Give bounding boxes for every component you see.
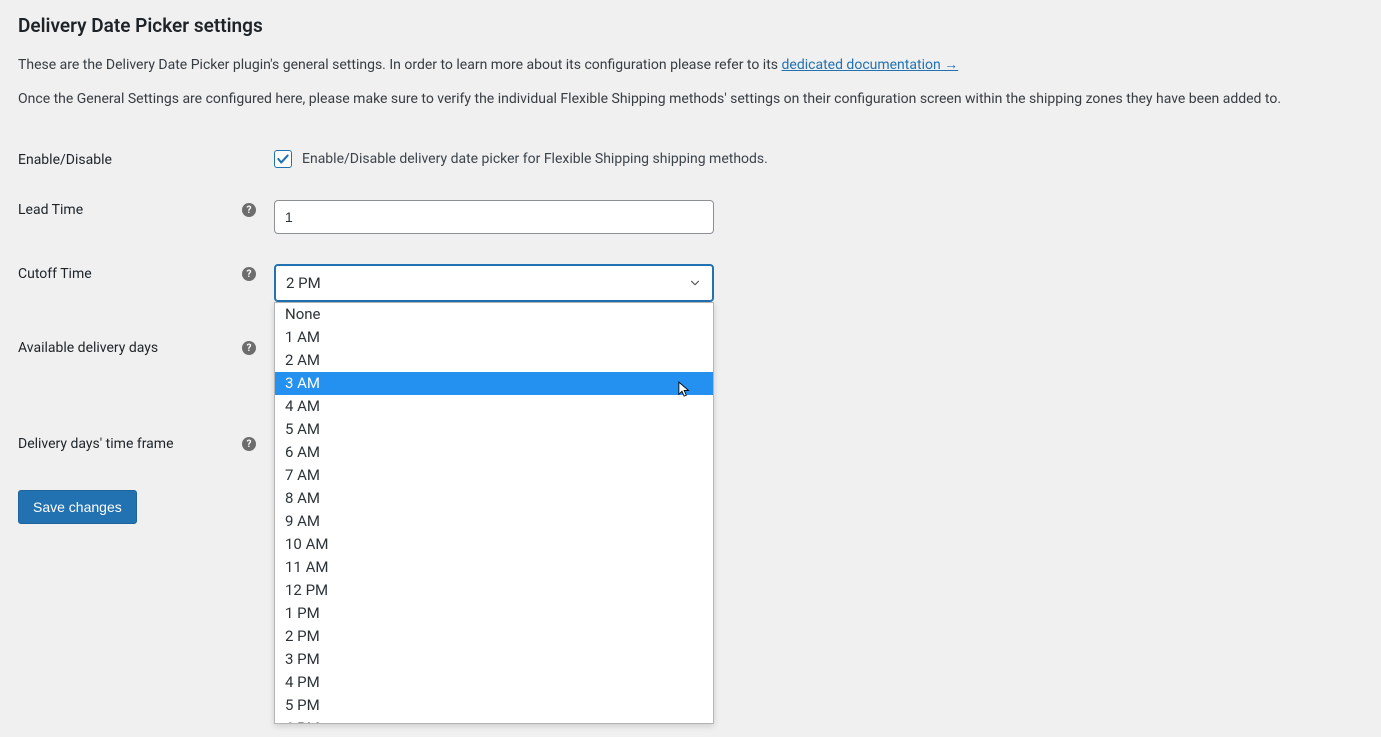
label-available-days-text: Available delivery days — [18, 340, 158, 356]
cutoff-select[interactable]: 2 PM — [274, 264, 714, 302]
cutoff-selected-value: 2 PM — [286, 274, 321, 292]
intro-text-1: These are the Delivery Date Picker plugi… — [18, 55, 1363, 77]
cutoff-option[interactable]: 2 PM — [275, 625, 713, 648]
cutoff-option[interactable]: 6 PM — [275, 717, 713, 723]
label-available-days: Available delivery days ? — [18, 338, 274, 356]
cutoff-option[interactable]: 5 AM — [275, 418, 713, 441]
lead-time-input[interactable] — [274, 200, 714, 234]
label-cutoff-time-text: Cutoff Time — [18, 266, 92, 282]
label-lead-time: Lead Time ? — [18, 200, 274, 218]
cutoff-dropdown[interactable]: None1 AM2 AM3 AM4 AM5 AM6 AM7 AM8 AM9 AM… — [274, 302, 714, 724]
enable-checkbox-label: Enable/Disable delivery date picker for … — [302, 151, 768, 167]
row-cutoff-time: Cutoff Time ? 2 PM None1 AM2 AM3 AM4 AM5… — [18, 234, 1363, 302]
enable-checkbox-wrap[interactable]: Enable/Disable delivery date picker for … — [274, 150, 768, 168]
label-enable: Enable/Disable — [18, 150, 274, 168]
cutoff-option[interactable]: 5 PM — [275, 694, 713, 717]
help-icon[interactable]: ? — [242, 203, 256, 217]
cutoff-option[interactable]: 2 AM — [275, 349, 713, 372]
row-enable: Enable/Disable Enable/Disable delivery d… — [18, 118, 1363, 168]
cutoff-option[interactable]: 10 AM — [275, 533, 713, 556]
label-time-frame-text: Delivery days' time frame — [18, 436, 174, 452]
label-lead-time-text: Lead Time — [18, 202, 83, 218]
cutoff-option[interactable]: 9 AM — [275, 510, 713, 533]
cutoff-option[interactable]: 3 AM — [275, 372, 713, 395]
chevron-down-icon — [688, 276, 702, 290]
cutoff-option[interactable]: 1 AM — [275, 326, 713, 349]
cutoff-option[interactable]: 7 AM — [275, 464, 713, 487]
cutoff-option[interactable]: 11 AM — [275, 556, 713, 579]
save-button[interactable]: Save changes — [18, 490, 137, 524]
cutoff-option[interactable]: 4 PM — [275, 671, 713, 694]
cutoff-option[interactable]: 8 AM — [275, 487, 713, 510]
enable-checkbox[interactable] — [274, 150, 292, 168]
label-enable-text: Enable/Disable — [18, 152, 112, 168]
check-icon — [276, 152, 290, 166]
label-cutoff-time: Cutoff Time ? — [18, 264, 274, 282]
cutoff-option[interactable]: 1 PM — [275, 602, 713, 625]
page-title: Delivery Date Picker settings — [18, 0, 1363, 43]
intro-text-2: Once the General Settings are configured… — [18, 89, 1363, 111]
cutoff-option[interactable]: 3 PM — [275, 648, 713, 671]
help-icon[interactable]: ? — [242, 341, 256, 355]
cutoff-option[interactable]: None — [275, 303, 713, 326]
label-time-frame: Delivery days' time frame ? — [18, 434, 274, 452]
intro-prefix: These are the Delivery Date Picker plugi… — [18, 57, 782, 73]
row-lead-time: Lead Time ? — [18, 168, 1363, 234]
help-icon[interactable]: ? — [242, 267, 256, 281]
cutoff-option[interactable]: 6 AM — [275, 441, 713, 464]
cutoff-option[interactable]: 12 PM — [275, 579, 713, 602]
help-icon[interactable]: ? — [242, 437, 256, 451]
cutoff-option[interactable]: 4 AM — [275, 395, 713, 418]
documentation-link[interactable]: dedicated documentation → — [782, 57, 959, 73]
